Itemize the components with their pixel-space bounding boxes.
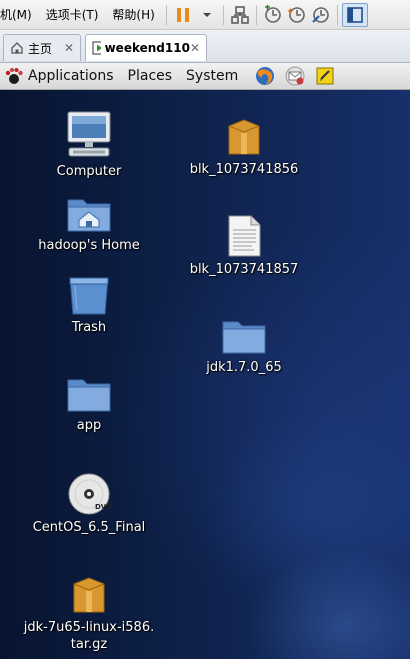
vm-running-icon: [92, 41, 101, 55]
desktop-icon-jdk-archive[interactable]: jdk-7u65-linux-i586. tar.gz: [14, 574, 164, 653]
dvd-icon: DVD: [68, 473, 112, 515]
desktop-icon-dvd[interactable]: DVD CentOS_6.5_Final: [14, 472, 164, 536]
icon-label: Trash: [71, 320, 107, 335]
notes-icon[interactable]: [312, 64, 338, 88]
icon-label: CentOS_6.5_Final: [32, 520, 146, 535]
mail-icon[interactable]: [282, 64, 308, 88]
desktop-icon-blk-1073741857[interactable]: blk_1073741857: [169, 214, 319, 278]
tab-vm[interactable]: weekend110 ✕: [85, 34, 207, 61]
toolbar-separator: [165, 4, 167, 25]
snapshot-manager-icon[interactable]: [309, 4, 333, 26]
chevron-down-icon[interactable]: [195, 4, 219, 26]
desktop-icon-app[interactable]: app: [14, 374, 164, 434]
icon-label: hadoop's Home: [38, 238, 140, 253]
desktop-icon-home[interactable]: hadoop's Home: [14, 194, 164, 254]
close-icon[interactable]: ✕: [190, 41, 200, 55]
network-icon[interactable]: [228, 4, 252, 26]
toolbar-separator: [336, 4, 338, 25]
menu-machine[interactable]: 机(M): [0, 6, 39, 23]
svg-text:DVD: DVD: [95, 503, 112, 511]
icon-label: jdk-7u65-linux-i586. tar.gz: [23, 620, 155, 652]
desktop: Computer hadoop's Home Trash app DVD Cen…: [0, 90, 410, 659]
snapshot-revert-icon[interactable]: [285, 4, 309, 26]
vmware-tabbar: 主页 ✕ weekend110 ✕: [0, 30, 410, 63]
desktop-icon-jdk-folder[interactable]: jdk1.7.0_65: [169, 316, 319, 376]
tab-vm-label: weekend110: [104, 41, 190, 55]
computer-icon: [67, 111, 111, 157]
menu-tabs[interactable]: 选项卡(T): [39, 6, 106, 23]
gnome-top-panel: Applications Places System: [0, 63, 410, 90]
snapshot-take-icon[interactable]: [261, 4, 285, 26]
tab-home-label: 主页: [28, 41, 53, 56]
pause-icon[interactable]: [171, 4, 195, 26]
icon-label: blk_1073741856: [189, 162, 299, 177]
view-sidebar-icon[interactable]: [341, 2, 368, 27]
archive-icon: [228, 119, 260, 155]
toolbar-separator: [255, 4, 257, 25]
icon-label: blk_1073741857: [189, 262, 299, 277]
toolbar-separator: [222, 4, 224, 25]
tab-home[interactable]: 主页 ✕: [3, 34, 81, 61]
icon-label: jdk1.7.0_65: [206, 360, 282, 375]
desktop-icon-computer[interactable]: Computer: [14, 110, 164, 180]
firefox-icon[interactable]: [252, 64, 278, 88]
icon-label: Computer: [56, 164, 122, 179]
icon-label: app: [76, 418, 102, 433]
home-icon: [11, 42, 23, 54]
gnome-foot-icon: [0, 67, 28, 85]
menu-help[interactable]: 帮助(H): [105, 6, 161, 23]
trash-icon: [69, 277, 109, 315]
archive-icon: [73, 577, 105, 613]
menu-places[interactable]: Places: [128, 68, 173, 84]
desktop-icon-blk-1073741856[interactable]: blk_1073741856: [169, 116, 319, 178]
menu-system[interactable]: System: [186, 68, 238, 84]
close-icon[interactable]: ✕: [64, 41, 74, 55]
home-folder-icon: [67, 199, 111, 232]
text-file-icon: [228, 215, 261, 257]
folder-icon: [67, 379, 111, 412]
folder-icon: [222, 321, 266, 354]
menu-applications[interactable]: Applications: [28, 68, 114, 84]
desktop-icon-trash[interactable]: Trash: [14, 274, 164, 336]
vmware-menubar: 机(M) 选项卡(T) 帮助(H): [0, 0, 410, 30]
